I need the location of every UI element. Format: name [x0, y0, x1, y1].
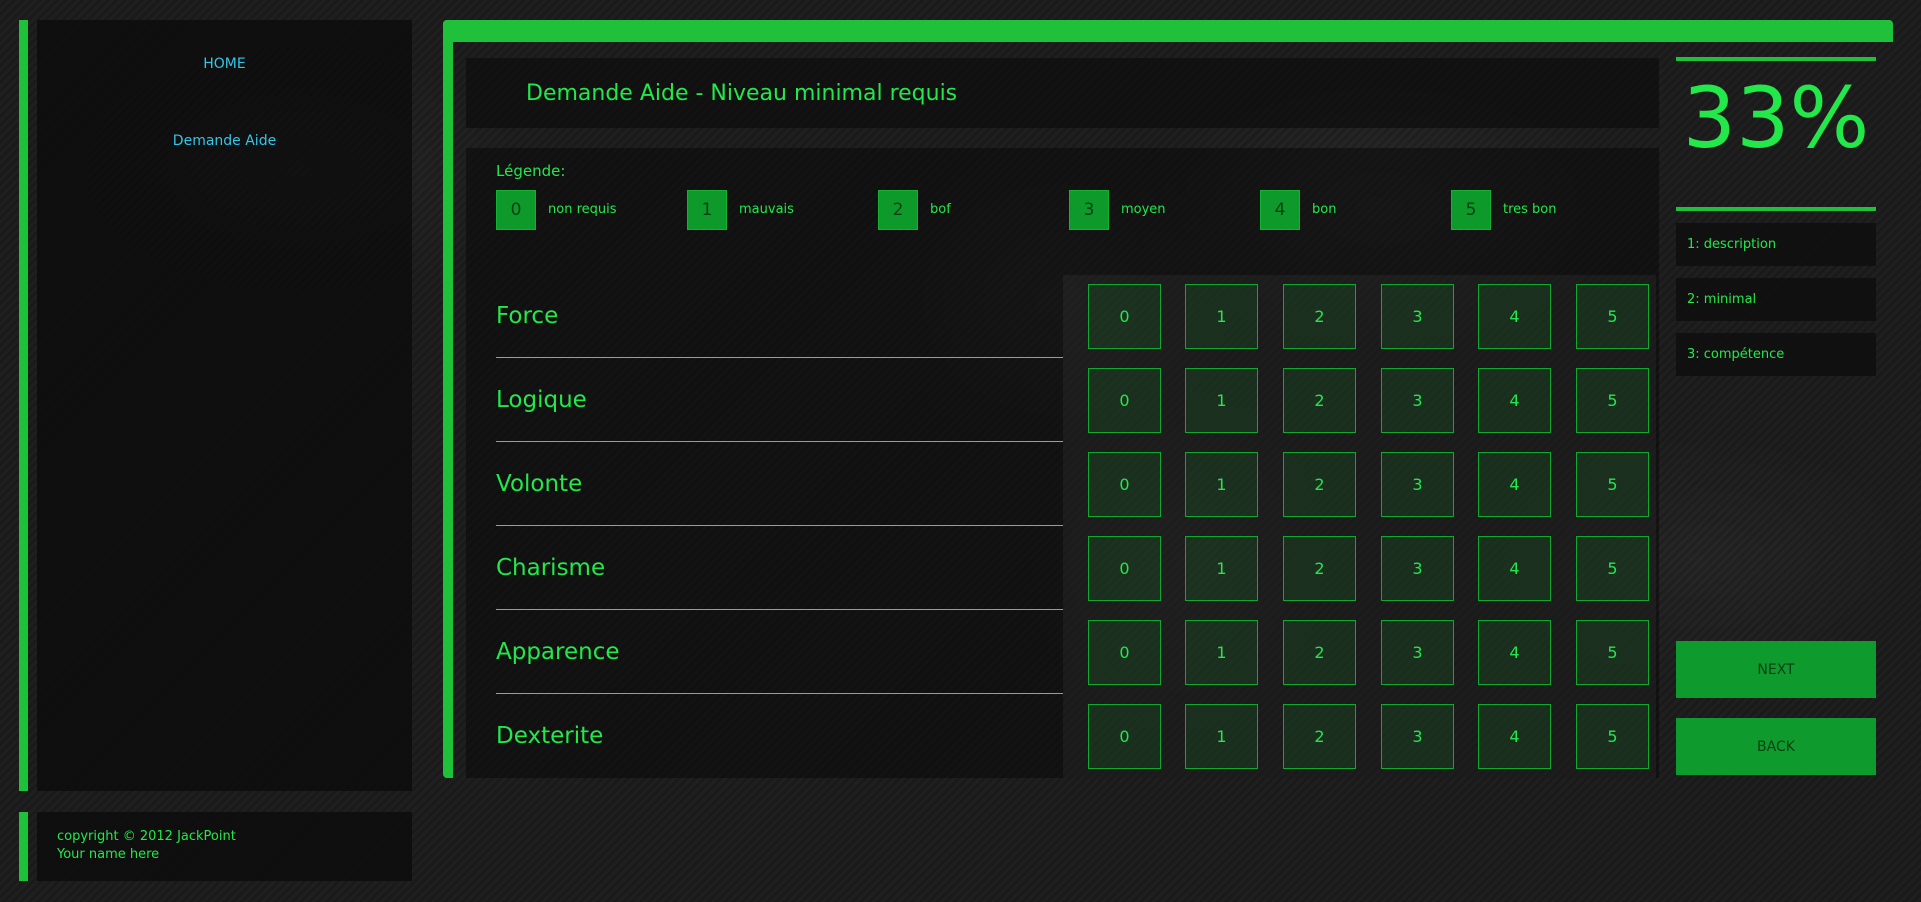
- rating-button-logique-1[interactable]: 1: [1185, 368, 1258, 433]
- rating-button-charisme-5[interactable]: 5: [1576, 536, 1649, 601]
- legend-label: bon: [1312, 202, 1337, 217]
- rating-button-charisme-2[interactable]: 2: [1283, 536, 1356, 601]
- legend-label: tres bon: [1503, 202, 1557, 217]
- progress-bottom-rule: [1676, 207, 1876, 211]
- rating-button-logique-3[interactable]: 3: [1381, 368, 1454, 433]
- main-frame-left-bar: [443, 20, 453, 778]
- page-title: Demande Aide - Niveau minimal requis: [526, 81, 958, 106]
- rating-button-dexterite-1[interactable]: 1: [1185, 704, 1258, 769]
- rating-button-logique-2[interactable]: 2: [1283, 368, 1356, 433]
- sidebar-accent-bar: [19, 20, 28, 791]
- rating-button-charisme-1[interactable]: 1: [1185, 536, 1258, 601]
- attribute-label-logique: Logique: [496, 387, 587, 413]
- attribute-label-force: Force: [496, 303, 559, 329]
- next-button[interactable]: NEXT: [1676, 641, 1876, 698]
- rating-button-charisme-3[interactable]: 3: [1381, 536, 1454, 601]
- rating-button-volonte-0[interactable]: 0: [1088, 452, 1161, 517]
- step-label: 2: minimal: [1687, 292, 1757, 307]
- rating-button-force-3[interactable]: 3: [1381, 284, 1454, 349]
- rating-button-force-4[interactable]: 4: [1478, 284, 1551, 349]
- rating-button-volonte-5[interactable]: 5: [1576, 452, 1649, 517]
- footer-accent-bar: [19, 812, 28, 881]
- legend-label: non requis: [548, 202, 617, 217]
- legend-label: mauvais: [739, 202, 794, 217]
- rating-button-force-5[interactable]: 5: [1576, 284, 1649, 349]
- rating-button-force-2[interactable]: 2: [1283, 284, 1356, 349]
- rating-button-charisme-4[interactable]: 4: [1478, 536, 1551, 601]
- footer: copyright © 2012 JackPoint Your name her…: [37, 812, 412, 881]
- progress-percent: 33%: [1682, 69, 1870, 167]
- rating-button-volonte-3[interactable]: 3: [1381, 452, 1454, 517]
- rating-button-dexterite-2[interactable]: 2: [1283, 704, 1356, 769]
- rating-button-dexterite-3[interactable]: 3: [1381, 704, 1454, 769]
- step-description[interactable]: 1: description: [1676, 223, 1876, 266]
- rating-grid-background: [1063, 275, 1656, 778]
- row-divider: [496, 609, 1063, 610]
- legend-value-box: 4: [1260, 190, 1300, 230]
- legend-value-box: 3: [1069, 190, 1109, 230]
- rating-button-apparence-1[interactable]: 1: [1185, 620, 1258, 685]
- rating-button-force-1[interactable]: 1: [1185, 284, 1258, 349]
- rating-button-charisme-0[interactable]: 0: [1088, 536, 1161, 601]
- legend-value-box: 1: [687, 190, 727, 230]
- step-label: 3: compétence: [1687, 347, 1785, 362]
- rating-button-force-0[interactable]: 0: [1088, 284, 1161, 349]
- rating-button-volonte-4[interactable]: 4: [1478, 452, 1551, 517]
- rating-button-volonte-1[interactable]: 1: [1185, 452, 1258, 517]
- rating-button-dexterite-5[interactable]: 5: [1576, 704, 1649, 769]
- row-divider: [496, 357, 1063, 358]
- attribute-label-apparence: Apparence: [496, 639, 620, 665]
- rating-button-logique-4[interactable]: 4: [1478, 368, 1551, 433]
- nav-link-home[interactable]: HOME: [37, 56, 412, 72]
- back-button[interactable]: BACK: [1676, 718, 1876, 775]
- nav-link-demande-aide[interactable]: Demande Aide: [37, 133, 412, 149]
- row-divider: [496, 441, 1063, 442]
- legend-value-box: 5: [1451, 190, 1491, 230]
- rating-button-apparence-2[interactable]: 2: [1283, 620, 1356, 685]
- footer-author: Your name here: [57, 847, 160, 862]
- rating-button-volonte-2[interactable]: 2: [1283, 452, 1356, 517]
- rating-button-apparence-4[interactable]: 4: [1478, 620, 1551, 685]
- attribute-label-dexterite: Dexterite: [496, 723, 604, 749]
- legend-label: bof: [930, 202, 951, 217]
- sidebar: HOME Demande Aide: [37, 20, 412, 791]
- step-minimal[interactable]: 2: minimal: [1676, 278, 1876, 321]
- rating-button-apparence-5[interactable]: 5: [1576, 620, 1649, 685]
- attribute-label-volonte: Volonte: [496, 471, 583, 497]
- step-label: 1: description: [1687, 237, 1777, 252]
- legend-title: Légende:: [496, 162, 566, 180]
- legend-value-box: 2: [878, 190, 918, 230]
- legend-label: moyen: [1121, 202, 1166, 217]
- main-frame-top-bar: [443, 20, 1893, 42]
- legend-value-box: 0: [496, 190, 536, 230]
- rating-button-logique-0[interactable]: 0: [1088, 368, 1161, 433]
- rating-button-apparence-3[interactable]: 3: [1381, 620, 1454, 685]
- footer-copyright: copyright © 2012 JackPoint: [57, 829, 236, 844]
- title-panel: Demande Aide - Niveau minimal requis: [466, 58, 1659, 128]
- progress-top-rule: [1676, 57, 1876, 61]
- rating-button-apparence-0[interactable]: 0: [1088, 620, 1161, 685]
- rating-button-logique-5[interactable]: 5: [1576, 368, 1649, 433]
- row-divider: [496, 693, 1063, 694]
- rating-button-dexterite-4[interactable]: 4: [1478, 704, 1551, 769]
- attribute-label-charisme: Charisme: [496, 555, 606, 581]
- row-divider: [496, 525, 1063, 526]
- step-competence[interactable]: 3: compétence: [1676, 333, 1876, 376]
- rating-button-dexterite-0[interactable]: 0: [1088, 704, 1161, 769]
